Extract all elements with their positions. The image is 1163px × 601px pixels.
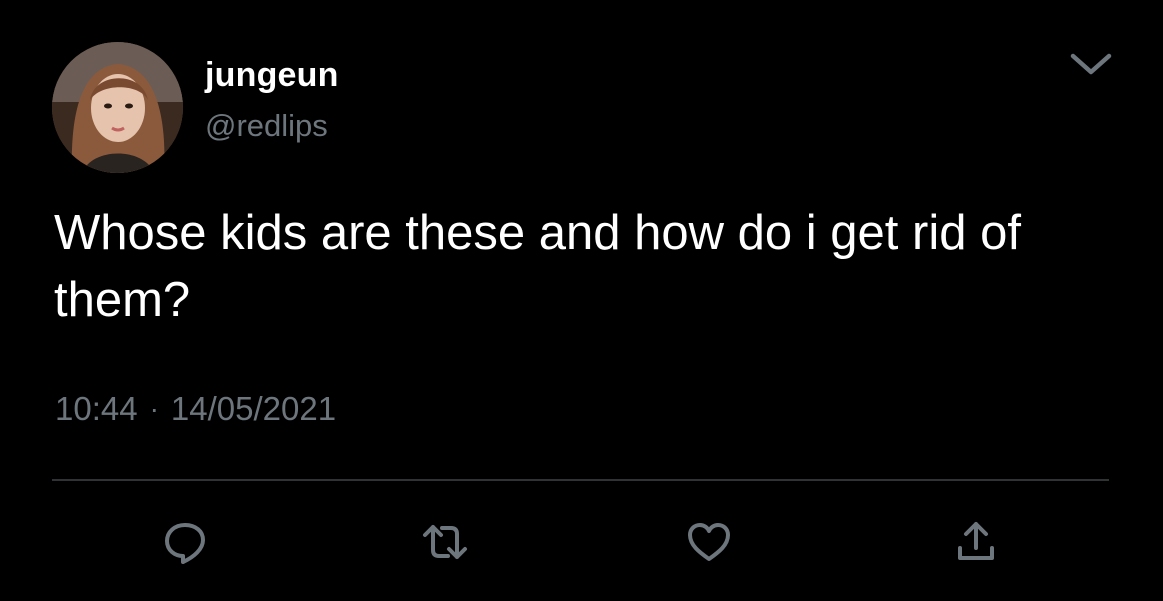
retweet-button[interactable] — [421, 518, 469, 566]
retweet-icon — [423, 525, 467, 559]
author-avatar[interactable] — [52, 42, 183, 173]
author-display-name[interactable]: jungeun — [205, 56, 339, 95]
share-button[interactable] — [952, 518, 1000, 566]
like-button[interactable] — [685, 518, 733, 566]
timestamp-separator: · — [149, 393, 159, 424]
author-handle[interactable]: @redlips — [205, 108, 328, 144]
tweet-text: Whose kids are these and how do i get ri… — [54, 206, 1021, 327]
heart-icon — [688, 523, 730, 561]
tweet-timestamp[interactable]: 10:44 · 14/05/2021 — [55, 390, 336, 428]
divider — [52, 479, 1109, 481]
reply-button[interactable] — [161, 518, 209, 566]
tweet-time: 10:44 — [55, 390, 138, 427]
avatar-photo — [52, 42, 183, 173]
reply-icon — [165, 523, 205, 564]
share-icon — [958, 522, 994, 560]
tweet-date: 14/05/2021 — [170, 390, 337, 427]
chevron-down-icon[interactable] — [1068, 48, 1114, 80]
tweet-card: jungeun @redlips Whose kids are these an… — [0, 0, 1163, 601]
